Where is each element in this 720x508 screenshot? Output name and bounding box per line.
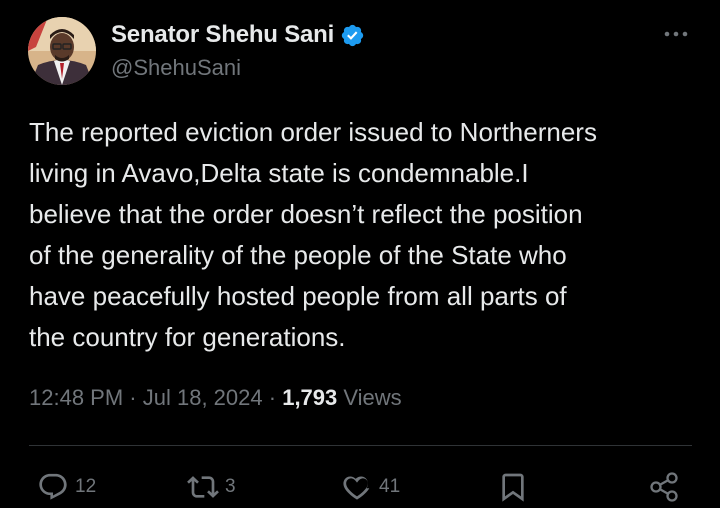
reply-count: 12 — [75, 476, 97, 497]
divider — [29, 445, 692, 446]
heart-icon — [341, 471, 373, 503]
repost-button[interactable]: 3 — [187, 470, 236, 504]
tweet-text-line: The reported eviction order issued to No… — [29, 117, 597, 147]
tweet-time[interactable]: 12:48 PM — [29, 385, 123, 410]
reply-button[interactable]: 12 — [37, 470, 96, 504]
tweet-text-line: of the generality of the people of the S… — [29, 240, 567, 270]
like-button[interactable]: 41 — [341, 470, 400, 504]
tweet-meta: 12:48 PM · Jul 18, 2024 · 1,793 Views — [29, 385, 402, 411]
tweet-text-line: believe that the order doesn’t reflect t… — [29, 199, 583, 229]
bookmark-button[interactable] — [497, 470, 529, 504]
author-handle[interactable]: @ShehuSani — [111, 55, 241, 81]
bookmark-icon — [497, 471, 529, 503]
views-count[interactable]: 1,793 — [282, 385, 337, 410]
repost-count: 3 — [225, 476, 236, 497]
tweet-text-line: have peacefully hosted people from all p… — [29, 281, 567, 311]
views-label[interactable]: Views — [343, 385, 401, 410]
tweet-text-line: living in Avavo,Delta state is condemnab… — [29, 158, 529, 188]
repost-icon — [187, 471, 219, 503]
verified-badge-icon[interactable] — [340, 23, 365, 48]
meta-separator: · — [129, 385, 137, 410]
author-display-name[interactable]: Senator Shehu Sani — [111, 21, 334, 49]
meta-separator: · — [268, 385, 277, 410]
share-button[interactable] — [648, 470, 682, 504]
like-count: 41 — [379, 476, 401, 497]
author-name-row[interactable]: Senator Shehu Sani — [111, 20, 365, 50]
avatar[interactable] — [28, 17, 96, 85]
tweet-date[interactable]: Jul 18, 2024 — [143, 385, 263, 410]
share-icon — [648, 470, 682, 504]
tweet-text-line: the country for generations. — [29, 322, 346, 352]
tweet-text: The reported eviction order issued to No… — [29, 112, 694, 358]
more-options-icon[interactable] — [663, 27, 689, 39]
reply-icon — [37, 471, 69, 503]
